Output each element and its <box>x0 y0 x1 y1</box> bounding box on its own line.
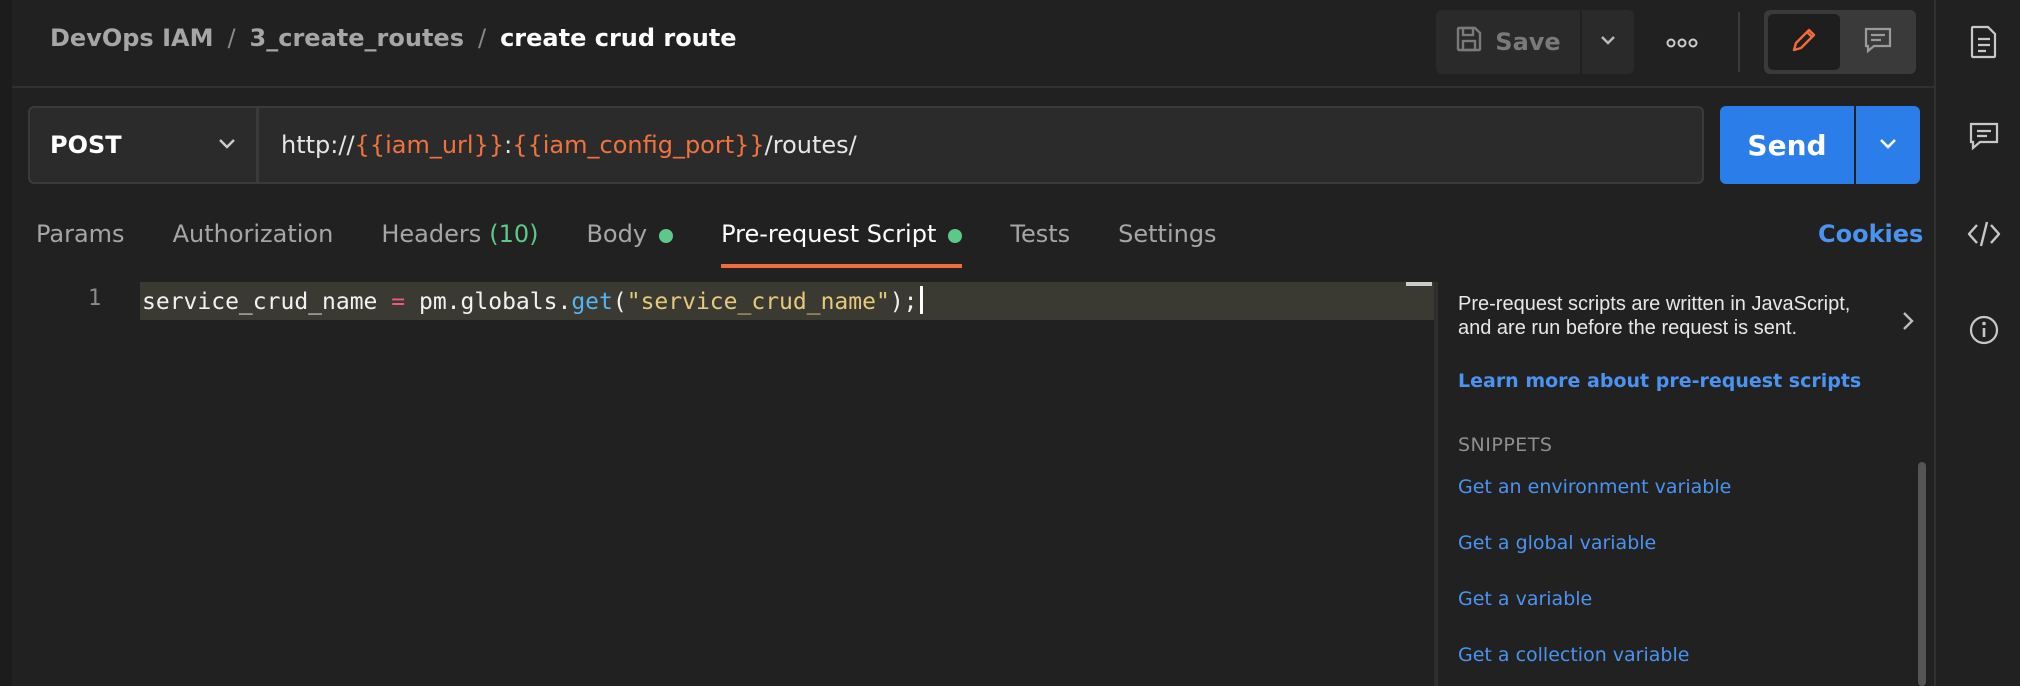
pencil-icon <box>1789 25 1819 59</box>
main-panel: DevOps IAM / 3_create_routes / create cr… <box>0 0 1934 686</box>
editor-scrollbar[interactable] <box>1406 282 1432 286</box>
save-options-button[interactable] <box>1582 10 1634 74</box>
document-icon[interactable] <box>1962 20 2006 64</box>
chevron-down-icon <box>1876 131 1900 159</box>
left-edge <box>0 0 12 686</box>
send-options-button[interactable] <box>1856 106 1920 184</box>
snippet-link[interactable]: Get a collection variable <box>1458 644 1689 666</box>
help-scrollbar[interactable] <box>1918 462 1926 686</box>
ellipsis-icon <box>1666 33 1698 52</box>
info-icon[interactable] <box>1962 308 2006 352</box>
code-close: ); <box>889 289 918 315</box>
breadcrumb-separator: / <box>227 24 236 52</box>
breadcrumb-separator: / <box>477 24 487 52</box>
help-description: Pre-request scripts are written in JavaS… <box>1458 293 1851 339</box>
snippets-heading: SNIPPETS <box>1458 434 1553 456</box>
script-help-panel: Pre-request scripts are written in JavaS… <box>1436 282 1926 686</box>
tab-params[interactable]: Params <box>36 208 125 266</box>
edit-mode-button[interactable] <box>1768 14 1840 70</box>
status-dot <box>659 229 674 243</box>
tab-label: Authorization <box>172 220 334 248</box>
url-input[interactable]: http://{{iam_url}}: {{iam_config_port}}/r… <box>258 106 1704 184</box>
url-colon: : <box>504 131 513 159</box>
save-label: Save <box>1495 28 1561 56</box>
tab-label: Params <box>36 220 125 248</box>
save-button[interactable]: Save <box>1436 10 1580 74</box>
learn-more-link[interactable]: Learn more about pre-request scripts <box>1458 370 1861 392</box>
status-dot <box>948 229 963 243</box>
cookies-link[interactable]: Cookies <box>1818 220 1923 248</box>
snippet-link[interactable]: Get a variable <box>1458 588 1592 610</box>
text-cursor <box>919 286 923 314</box>
code-object: pm.globals. <box>418 289 572 315</box>
code-string: "service_crud_name" <box>626 289 890 315</box>
toolbar-divider <box>1738 12 1740 72</box>
script-editor[interactable]: 1 service_crud_name = pm.globals.get("se… <box>28 282 1436 686</box>
tab-headers[interactable]: Headers (10) <box>381 208 538 266</box>
chevron-right-icon[interactable] <box>1898 310 1918 336</box>
more-options-button[interactable] <box>1656 16 1708 68</box>
comment-icon <box>1863 25 1893 59</box>
tab-settings[interactable]: Settings <box>1118 208 1216 266</box>
request-tabs: Params Authorization Headers (10) Body Pr… <box>36 208 1265 268</box>
snippet-link[interactable]: Get a global variable <box>1458 532 1656 554</box>
chevron-down-icon <box>1598 30 1618 54</box>
url-variable-host: {{iam_url}} <box>354 131 505 159</box>
url-prefix: http:// <box>281 131 355 159</box>
send-button[interactable]: Send <box>1720 106 1854 184</box>
tab-body[interactable]: Body <box>586 208 674 266</box>
url-path: /routes/ <box>764 131 857 159</box>
tab-label: Settings <box>1118 220 1217 248</box>
code-operator: = <box>391 289 406 315</box>
tab-tests[interactable]: Tests <box>1010 208 1070 266</box>
tab-label: Headers <box>381 220 482 248</box>
mode-toggle-group <box>1764 10 1916 74</box>
tab-label: Tests <box>1010 220 1071 248</box>
code-function: get <box>571 289 613 315</box>
url-variable-port: {{iam_config_port}} <box>512 131 765 159</box>
headers-count: (10) <box>489 220 539 248</box>
comment-mode-button[interactable] <box>1844 14 1912 70</box>
floppy-disk-icon <box>1455 25 1483 59</box>
code-paren: ( <box>612 289 627 315</box>
breadcrumb-collection[interactable]: DevOps IAM <box>50 24 213 52</box>
snippet-link[interactable]: Get an environment variable <box>1458 476 1731 498</box>
code-variable: service_crud_name <box>142 289 378 315</box>
request-name[interactable]: create crud route <box>500 24 736 52</box>
code-icon[interactable] <box>1962 212 2006 256</box>
chevron-down-icon <box>216 132 238 160</box>
request-header: DevOps IAM / 3_create_routes / create cr… <box>12 0 1934 88</box>
tab-label: Body <box>586 220 648 248</box>
line-number: 1 <box>88 286 102 311</box>
method-select[interactable]: POST <box>28 106 258 184</box>
code-line[interactable]: service_crud_name = pm.globals.get("serv… <box>142 286 923 315</box>
tab-authorization[interactable]: Authorization <box>173 208 334 266</box>
method-label: POST <box>50 131 122 159</box>
breadcrumb-folder[interactable]: 3_create_routes <box>250 24 464 52</box>
tab-pre-request-script[interactable]: Pre-request Script <box>721 208 963 268</box>
breadcrumb: DevOps IAM / 3_create_routes / create cr… <box>50 24 737 52</box>
comments-icon[interactable] <box>1962 114 2006 158</box>
tab-label: Pre-request Script <box>721 220 937 248</box>
